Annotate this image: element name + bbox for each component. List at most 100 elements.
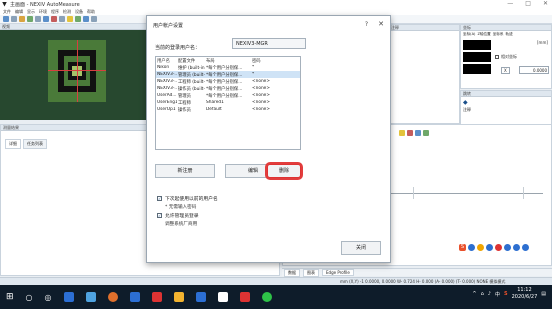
table-row[interactable]: NEXIV3-... 操作员 (built-in) *每个用户分别保... <n… bbox=[156, 85, 300, 92]
table-row-selected[interactable]: NEXIV3-... 管理员 (built-in) *每个用户分别保... * bbox=[156, 71, 300, 78]
clock[interactable]: 11:12 2020/6/27 bbox=[512, 287, 538, 301]
ime-voice-icon[interactable] bbox=[495, 244, 502, 251]
sogou-logo-icon[interactable]: S bbox=[459, 244, 466, 251]
windows-start-icon[interactable]: ⊞ bbox=[6, 292, 14, 302]
tab-track[interactable]: 轨迹 bbox=[505, 32, 512, 37]
ime-skin-icon[interactable] bbox=[513, 244, 520, 251]
dialog-close-button[interactable]: ✕ bbox=[378, 20, 384, 28]
app-icon[interactable] bbox=[63, 292, 74, 302]
table-row[interactable]: UserAd... 管理员 *每个用户分别保... <none> bbox=[156, 92, 300, 99]
table-row[interactable]: NEXIV3-... 工程师 (built-in) *每个用户分别保... <n… bbox=[156, 78, 300, 85]
browser-icon[interactable] bbox=[107, 292, 118, 302]
cell-password: <none> bbox=[252, 93, 270, 98]
tab-chart[interactable]: 图表 bbox=[303, 268, 319, 277]
app-icon[interactable] bbox=[151, 292, 162, 302]
app-icon[interactable] bbox=[85, 292, 96, 302]
toolbar-icon[interactable] bbox=[27, 16, 33, 22]
volume-icon[interactable]: ♪ bbox=[488, 291, 491, 297]
toolbar-icon[interactable] bbox=[11, 16, 17, 22]
delete-user-button[interactable]: 删除 bbox=[267, 164, 301, 178]
column-header-layout[interactable]: 布局 bbox=[205, 58, 251, 64]
table-row[interactable]: Nikon 维护 (built-in) *每个用户分别保... * bbox=[156, 64, 300, 71]
cell-profile: 操作员 (built-in) bbox=[178, 86, 205, 92]
diamond-icon[interactable]: ◆ bbox=[463, 99, 468, 106]
tab-coordinates[interactable]: 坐标(A) bbox=[463, 32, 475, 37]
close-dialog-button[interactable]: 关闭 bbox=[341, 241, 381, 255]
menu-file[interactable]: 文件 bbox=[3, 9, 11, 15]
menu-edit[interactable]: 编辑 bbox=[15, 9, 23, 15]
toolbar-icon[interactable] bbox=[35, 16, 41, 22]
tab-z-position[interactable]: Z轴位置 bbox=[477, 32, 490, 37]
toolbar-icon[interactable] bbox=[43, 16, 49, 22]
column-header-user[interactable]: 用户名 bbox=[156, 58, 177, 64]
toolbar-icon[interactable] bbox=[75, 16, 81, 22]
axis-x-button[interactable]: X bbox=[501, 67, 510, 74]
menu-help[interactable]: 帮助 bbox=[87, 9, 95, 15]
maximize-button[interactable]: □ bbox=[525, 0, 531, 7]
nexiv-app-icon[interactable] bbox=[217, 292, 228, 302]
camera-view[interactable] bbox=[0, 30, 152, 120]
ime-mode-icon[interactable] bbox=[468, 244, 475, 251]
graph-tool-icon[interactable] bbox=[423, 130, 429, 136]
task-view-icon[interactable]: ◎ bbox=[45, 293, 52, 302]
relative-coordinate-checkbox[interactable]: 相对坐标 bbox=[495, 54, 517, 60]
app-icon[interactable] bbox=[239, 292, 250, 302]
menu-device[interactable]: 设备 bbox=[75, 9, 83, 15]
toolbar-icon[interactable] bbox=[19, 16, 25, 22]
menu-view[interactable]: 显示 bbox=[27, 9, 35, 15]
tab-data[interactable]: 数据 bbox=[284, 268, 300, 277]
cell-layout: *每个用户分别保... bbox=[206, 93, 243, 99]
notification-icon[interactable]: ▤ bbox=[541, 291, 546, 297]
toolbar-icon[interactable] bbox=[51, 16, 57, 22]
tab-coordinate-system[interactable]: 坐标系 bbox=[493, 32, 504, 37]
ime-emoji-icon[interactable] bbox=[486, 244, 493, 251]
graph-tool-icon[interactable] bbox=[399, 130, 405, 136]
graph-tool-icon[interactable] bbox=[407, 130, 413, 136]
minimize-button[interactable]: — bbox=[507, 0, 513, 7]
graph-tool-icon[interactable] bbox=[415, 130, 421, 136]
table-row[interactable]: UserEng1 工程师 Shared1 <none> bbox=[156, 99, 300, 106]
toolbar-icon[interactable] bbox=[67, 16, 73, 22]
vendor-note: 调整系统厂商用 bbox=[165, 222, 198, 227]
cell-password: * bbox=[252, 72, 255, 77]
remember-user-checkbox[interactable]: ✓ 下次起使用以前的用户名 bbox=[157, 195, 218, 202]
new-user-button[interactable]: 新注册 bbox=[155, 164, 215, 178]
wechat-icon[interactable] bbox=[261, 292, 272, 302]
tab-details[interactable]: 详细 bbox=[5, 139, 21, 149]
app-icon[interactable] bbox=[195, 292, 206, 302]
close-window-button[interactable]: ✕ bbox=[543, 0, 548, 7]
tab-edge-profile[interactable]: Edge Profile bbox=[322, 269, 354, 276]
ime-keyboard-icon[interactable] bbox=[504, 244, 511, 251]
column-header-profile[interactable]: 配置文件 bbox=[177, 58, 205, 64]
menu-program[interactable]: 程序 bbox=[51, 9, 59, 15]
admin-login-checkbox[interactable]: ✓ 允许管理员登录 bbox=[157, 212, 199, 219]
ime-indicator[interactable]: 中 bbox=[495, 291, 500, 298]
toolbar-icon[interactable] bbox=[59, 16, 65, 22]
menu-inspection[interactable]: 检测 bbox=[63, 9, 71, 15]
status-bar: mm (X,Y) -1 0.0000, 0.0000 W- 0.724 H- 0… bbox=[0, 277, 552, 285]
menu-environment[interactable]: 环境 bbox=[39, 9, 47, 15]
network-icon[interactable]: ⌂ bbox=[481, 291, 484, 297]
sogou-tray-icon[interactable]: S bbox=[504, 291, 508, 297]
cell-password: <none> bbox=[252, 86, 270, 91]
folder-icon[interactable] bbox=[173, 292, 184, 302]
help-button[interactable]: ? bbox=[365, 21, 368, 28]
cell-user: UserAd... bbox=[157, 93, 177, 98]
ime-tools-icon[interactable] bbox=[522, 244, 529, 251]
windows-taskbar: ⊞ ○ ◎ ^ ⌂ ♪ 中 S 11:12 2020/6/27 ▤ bbox=[0, 285, 552, 309]
toolbar-icon[interactable] bbox=[3, 16, 9, 22]
ime-punct-icon[interactable] bbox=[477, 244, 484, 251]
table-row[interactable]: UserOp1 操作员 Default <none> bbox=[156, 106, 300, 113]
tab-task-list[interactable]: 任务列表 bbox=[23, 139, 47, 149]
coordinate-input[interactable]: 0.0000 bbox=[519, 66, 549, 74]
column-header-password[interactable]: 密码 bbox=[251, 58, 299, 64]
toolbar-icon[interactable] bbox=[83, 16, 89, 22]
tray-arrow-icon[interactable]: ^ bbox=[472, 291, 476, 297]
toolbar-icon[interactable] bbox=[91, 16, 97, 22]
search-icon[interactable]: ○ bbox=[26, 293, 33, 302]
clock-date: 2020/6/27 bbox=[511, 294, 538, 300]
app-icon[interactable] bbox=[129, 292, 140, 302]
cell-layout: *每个用户分别保... bbox=[206, 79, 243, 85]
cell-user: UserEng1 bbox=[157, 100, 177, 105]
cell-user: NEXIV3-... bbox=[157, 79, 177, 84]
